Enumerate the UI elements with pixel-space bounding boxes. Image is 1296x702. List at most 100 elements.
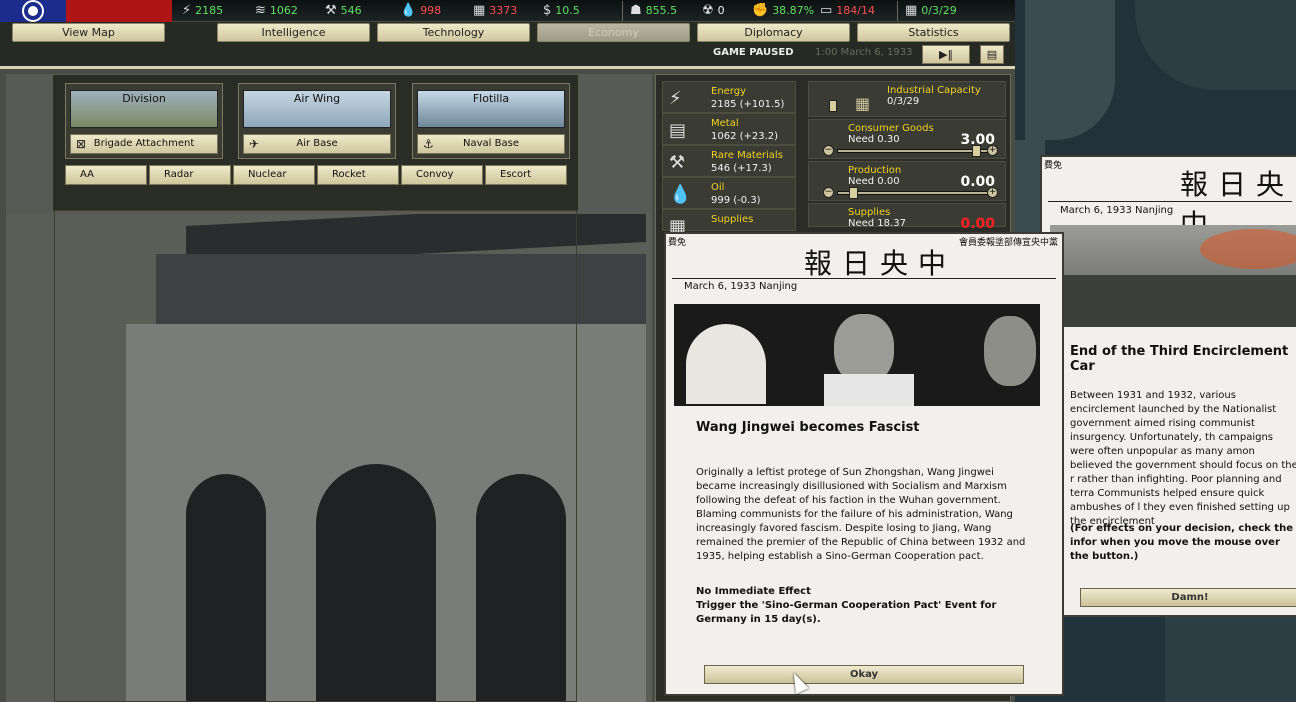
- event-dialog-2: 費免 報日央中 March 6, 1933 Nanjing End of the…: [1040, 155, 1296, 617]
- resource-manpower-value: 855.5: [645, 4, 678, 17]
- decrease-button[interactable]: −: [823, 187, 834, 198]
- division-label: Division: [122, 92, 166, 105]
- resource-manpower[interactable]: ☗ 855.5: [630, 3, 677, 18]
- resource-dissent[interactable]: ✊ 38.87%: [752, 3, 814, 18]
- decrease-button[interactable]: −: [823, 145, 834, 156]
- transport-icon: ▭: [820, 3, 833, 18]
- brigade-attachment-button[interactable]: ⊠ Brigade Attachment: [70, 134, 218, 154]
- brigade-aa-button[interactable]: AA: [65, 165, 147, 185]
- econ-resource-name: Energy: [711, 86, 747, 97]
- event2-photo: [1050, 225, 1296, 327]
- resource-nukes[interactable]: ☢ 0: [702, 3, 725, 18]
- slider-knob[interactable]: [972, 145, 981, 157]
- resource-energy-value: 2185: [195, 4, 224, 17]
- slider-knob[interactable]: [849, 187, 858, 199]
- airwing-image[interactable]: Air Wing: [243, 90, 391, 128]
- econ-resource-name: Supplies: [711, 214, 754, 225]
- airwing-box: Air Wing ✈ Air Base: [238, 83, 396, 159]
- division-image[interactable]: Division: [70, 90, 218, 128]
- money-icon: $: [543, 3, 552, 18]
- event1-corner-right: 會員委報塗部傳宣央中黨: [958, 238, 1058, 248]
- econ-metal[interactable]: ▤ Metal 1062 (+23.2): [662, 113, 796, 145]
- event1-title: Wang Jingwei becomes Fascist: [696, 420, 920, 435]
- econ-energy[interactable]: ⚡ Energy 2185 (+101.5): [662, 81, 796, 113]
- resource-energy[interactable]: ⚡ 2185: [182, 3, 223, 18]
- event2-body: Between 1931 and 1932, various encirclem…: [1070, 390, 1296, 527]
- slider-track[interactable]: [837, 191, 993, 195]
- okay-button[interactable]: Okay: [704, 665, 1024, 684]
- airbase-label: Air Base: [296, 138, 338, 149]
- increase-button[interactable]: +: [987, 145, 998, 156]
- brigade-escort-button[interactable]: Escort: [485, 165, 567, 185]
- nuke-icon: ☢: [702, 3, 714, 18]
- event1-place: March 6, 1933 Nanjing: [684, 281, 798, 292]
- unit-view-area: [54, 210, 577, 702]
- bolt-icon: ⚡: [669, 88, 682, 109]
- tab-economy[interactable]: Economy: [537, 23, 690, 42]
- slider-label: Supplies: [848, 207, 891, 218]
- resource-supplies[interactable]: ▦ 3373: [473, 3, 517, 18]
- slider-consumer-goods: Consumer Goods Need 0.30 3.00− +: [808, 119, 1006, 159]
- resource-ic-value: 0/3/29: [921, 4, 957, 17]
- brigade-convoy-button[interactable]: Convoy: [401, 165, 483, 185]
- slider-need: Need 0.00: [848, 176, 900, 187]
- navalbase-label: Naval Base: [463, 138, 519, 149]
- econ-supplies[interactable]: ▦ Supplies: [662, 209, 796, 237]
- resource-oil[interactable]: 💧 998: [400, 3, 441, 18]
- econ-resource-value: 1062 (+23.2): [711, 131, 779, 142]
- resource-money[interactable]: $10.5: [543, 3, 580, 18]
- bolt-icon: ⚡: [182, 3, 192, 18]
- ledger-button[interactable]: ▤: [980, 45, 1004, 64]
- rare-materials-icon: ⚒: [669, 152, 686, 173]
- airwing-label: Air Wing: [293, 92, 341, 105]
- tab-view-map[interactable]: View Map: [12, 23, 165, 42]
- brigade-label: Brigade Attachment: [93, 138, 195, 149]
- event1-effect-none: No Immediate Effect: [696, 586, 811, 597]
- resource-metal[interactable]: ≋ 1062: [255, 3, 298, 18]
- flotilla-image[interactable]: Flotilla: [417, 90, 565, 128]
- resource-rare[interactable]: ⚒ 546: [325, 3, 362, 18]
- unit-panel: Division ⊠ Brigade Attachment Air Wing ✈ A…: [52, 74, 579, 212]
- resource-nukes-value: 0: [717, 4, 725, 17]
- slider-label: Consumer Goods: [848, 123, 934, 134]
- slider-need: Need 0.30: [848, 134, 900, 145]
- event2-corner: 費免: [1044, 161, 1063, 171]
- air-base-button[interactable]: ✈ Air Base: [243, 134, 391, 154]
- slider-production: Production Need 0.00 0.00− +: [808, 161, 1006, 201]
- resource-rare-value: 546: [340, 4, 362, 17]
- tab-technology[interactable]: Technology: [377, 23, 530, 42]
- increase-button[interactable]: +: [987, 187, 998, 198]
- tab-diplomacy[interactable]: Diplomacy: [697, 23, 850, 42]
- econ-rare-materials[interactable]: ⚒ Rare Materials 546 (+17.3): [662, 145, 796, 177]
- resource-metal-value: 1062: [269, 4, 298, 17]
- tab-intelligence[interactable]: Intelligence: [217, 23, 370, 42]
- damn-button[interactable]: Damn!: [1080, 588, 1296, 607]
- econ-resource-value: 2185 (+101.5): [711, 99, 785, 110]
- resource-ic[interactable]: ▦ 0/3/29: [905, 3, 957, 18]
- nation-flag[interactable]: [0, 0, 172, 22]
- brigade-rocket-button[interactable]: Rocket: [317, 165, 399, 185]
- slider-track[interactable]: [837, 149, 993, 153]
- resource-money-value: 10.5: [555, 4, 580, 17]
- naval-base-button[interactable]: ⚓ Naval Base: [417, 134, 565, 154]
- brigade-radar-button[interactable]: Radar: [149, 165, 231, 185]
- resource-transport[interactable]: ▭ 184/14: [820, 3, 875, 18]
- slider-value: 0.00: [960, 216, 995, 232]
- econ-resource-value: 999 (-0.3): [711, 195, 761, 206]
- oil-drop-icon: 💧: [400, 3, 417, 18]
- resource-transport-value: 184/14: [836, 4, 875, 17]
- status-row: GAME PAUSED 1:00 March 6, 1933 ▶‖ ▤: [0, 44, 1015, 66]
- event1-body: Originally a leftist protege of Sun Zhon…: [696, 467, 1026, 562]
- brigade-nuclear-button[interactable]: Nuclear: [233, 165, 315, 185]
- slider-label: Production: [848, 165, 902, 176]
- tab-statistics[interactable]: Statistics: [857, 23, 1010, 42]
- resource-dissent-value: 38.87%: [772, 4, 815, 17]
- pause-play-button[interactable]: ▶‖: [922, 45, 970, 64]
- industrial-capacity-box: ▦ Industrial Capacity 0/3/29: [808, 81, 1006, 117]
- rare-materials-icon: ⚒: [325, 3, 337, 18]
- ic-value: 0/3/29: [887, 96, 920, 107]
- econ-oil[interactable]: 💧 Oil 999 (-0.3): [662, 177, 796, 209]
- resource-oil-value: 998: [420, 4, 442, 17]
- event2-place: March 6, 1933 Nanjing: [1060, 205, 1174, 216]
- dissent-icon: ✊: [752, 3, 769, 18]
